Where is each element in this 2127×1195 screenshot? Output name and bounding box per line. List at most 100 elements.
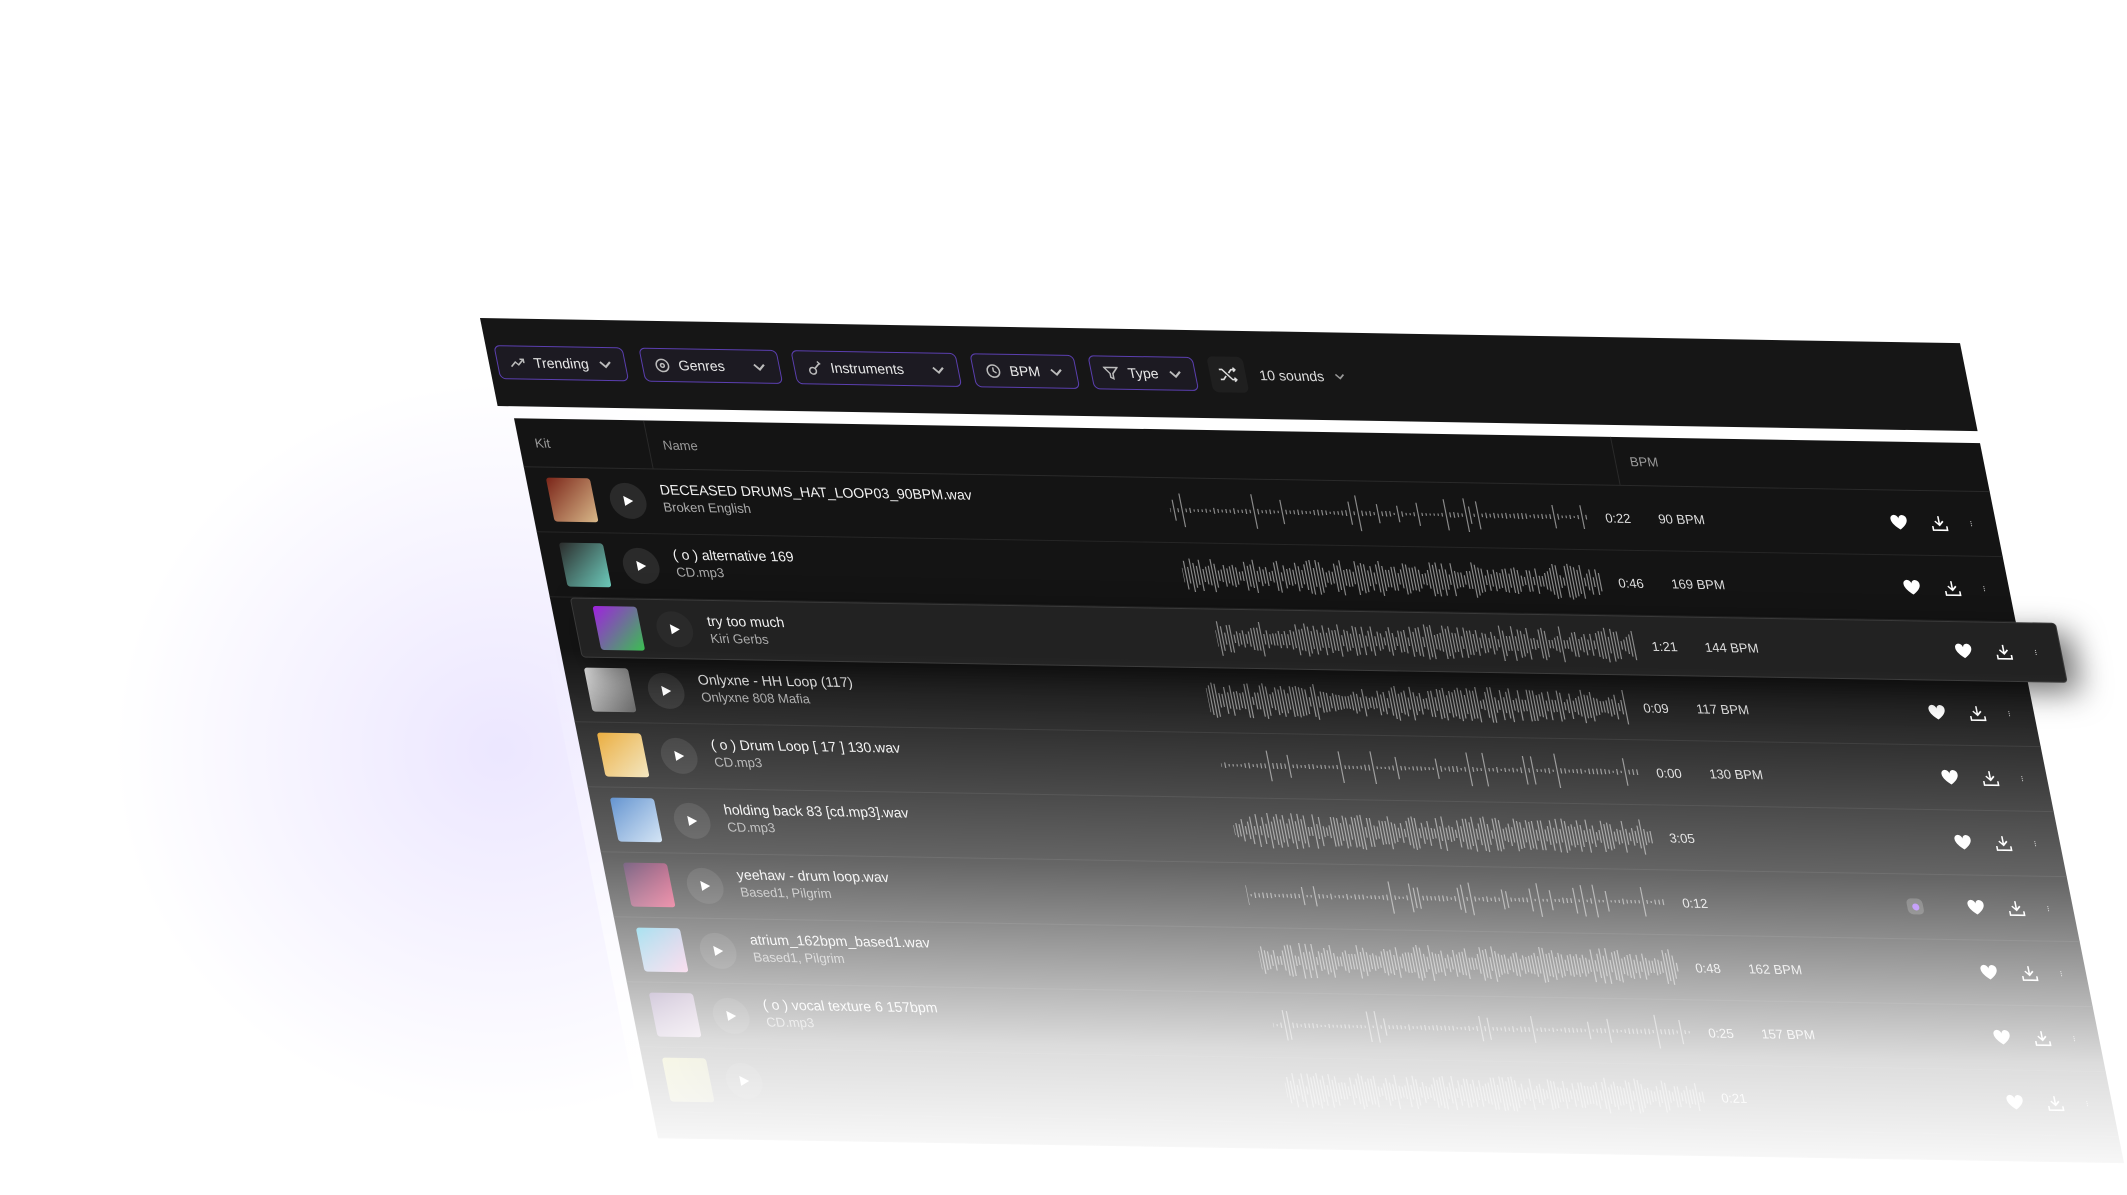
waveform[interactable] <box>1231 812 1658 855</box>
waveform-bar <box>1182 568 1185 583</box>
waveform-bar <box>1537 640 1539 648</box>
sound-kit[interactable]: CD.mp3 <box>765 1014 942 1032</box>
sound-title[interactable]: ( o ) vocal texture 6 157bpm <box>761 996 939 1015</box>
column-kit[interactable]: Kit <box>514 418 654 468</box>
more-options-icon[interactable] <box>2071 1030 2081 1048</box>
heart-icon[interactable] <box>1888 513 1910 531</box>
download-icon[interactable] <box>1941 579 1963 597</box>
waveform-bar <box>1252 697 1254 705</box>
waveform[interactable] <box>1167 492 1594 535</box>
waveform-bar <box>1301 887 1305 905</box>
play-button[interactable] <box>710 998 753 1035</box>
sound-title[interactable]: ( o ) Drum Loop [ 17 ] 130.wav <box>709 736 901 755</box>
more-options-icon[interactable] <box>1968 515 1978 533</box>
sound-kit[interactable]: Based1, Pilgrim <box>739 884 894 902</box>
waveform-bar <box>1520 822 1525 848</box>
play-button[interactable] <box>658 738 701 775</box>
sound-title[interactable]: Onlyxne - HH Loop (117) <box>696 671 854 690</box>
heart-icon[interactable] <box>1953 642 1975 660</box>
download-icon[interactable] <box>2031 1029 2053 1047</box>
download-icon[interactable] <box>1979 769 2001 787</box>
heart-icon[interactable] <box>1965 898 1987 916</box>
more-options-icon[interactable] <box>2058 965 2068 983</box>
heart-icon[interactable] <box>1901 578 1923 596</box>
more-options-icon[interactable] <box>2019 770 2029 788</box>
download-icon[interactable] <box>1993 643 2015 661</box>
download-icon[interactable] <box>2005 899 2027 917</box>
waveform-bar <box>1348 502 1353 525</box>
heart-icon[interactable] <box>1939 768 1961 786</box>
filter-genres[interactable]: Genres <box>638 348 783 384</box>
waveform[interactable] <box>1213 620 1640 663</box>
waveform-bar <box>1634 960 1637 973</box>
sound-title[interactable]: atrium_162bpm_based1.wav <box>748 931 931 950</box>
waveform-bar <box>1426 1086 1429 1099</box>
sound-kit[interactable]: CD.mp3 <box>726 819 913 837</box>
filter-trending[interactable]: Trending <box>493 345 629 381</box>
waveform-bar <box>1595 960 1597 971</box>
waveform-bar <box>1523 898 1524 903</box>
more-options-icon[interactable] <box>2006 705 2016 723</box>
waveform-bar <box>1400 957 1402 969</box>
heart-icon[interactable] <box>2004 1093 2026 1111</box>
play-button[interactable] <box>684 868 727 905</box>
column-bpm[interactable]: BPM <box>1610 437 1663 486</box>
sound-kit[interactable]: Kiri Gerbs <box>709 631 789 647</box>
heart-icon[interactable] <box>1978 963 2000 981</box>
column-name[interactable]: Name <box>647 437 699 453</box>
waveform-bar <box>1560 575 1563 588</box>
sound-title[interactable]: yeehaw - drum loop.wav <box>735 866 890 885</box>
play-button[interactable] <box>620 548 663 585</box>
sound-count-dropdown[interactable]: 10 sounds <box>1258 367 1348 384</box>
filter-instruments[interactable]: Instruments <box>790 350 962 387</box>
heart-icon[interactable] <box>1926 703 1948 721</box>
play-button[interactable] <box>653 611 696 648</box>
waveform-bar <box>1309 697 1311 706</box>
download-icon[interactable] <box>1992 834 2014 852</box>
heart-icon[interactable] <box>1952 833 1974 851</box>
filter-bpm[interactable]: BPM <box>969 353 1080 389</box>
waveform[interactable] <box>1180 557 1607 600</box>
download-icon[interactable] <box>1966 704 1988 722</box>
waveform-bar <box>1669 1029 1670 1035</box>
sound-title[interactable]: ( o ) alternative 169 <box>671 546 795 564</box>
waveform[interactable] <box>1283 1072 1710 1115</box>
download-icon[interactable] <box>2018 964 2040 982</box>
sound-kit[interactable]: Onlyxne 808 Mafia <box>700 689 858 707</box>
waveform-bar <box>1369 765 1370 771</box>
more-options-icon[interactable] <box>2084 1095 2094 1113</box>
filter-label: Instruments <box>829 360 905 377</box>
heart-icon[interactable] <box>1991 1028 2013 1046</box>
waveform-bar <box>1338 511 1339 515</box>
waveform-bar <box>1395 895 1396 900</box>
waveform-bar <box>1411 816 1418 849</box>
download-icon[interactable] <box>2044 1094 2066 1112</box>
waveform-bar <box>1405 1026 1406 1029</box>
sound-kit[interactable]: CD.mp3 <box>713 754 905 772</box>
waveform[interactable] <box>1218 747 1645 790</box>
sound-kit[interactable]: Based1, Pilgrim <box>752 949 935 967</box>
waveform-bar <box>1609 770 1610 774</box>
waveform[interactable] <box>1270 1007 1697 1050</box>
sound-title[interactable]: holding back 83 [cd.mp3].wav <box>722 801 910 820</box>
more-options-icon[interactable] <box>2032 835 2042 853</box>
sound-kit[interactable]: CD.mp3 <box>675 564 799 581</box>
download-icon[interactable] <box>1928 514 1950 532</box>
shuffle-button[interactable] <box>1206 356 1249 393</box>
more-options-icon[interactable] <box>2045 900 2055 918</box>
more-options-icon[interactable] <box>2033 643 2043 661</box>
play-button[interactable] <box>723 1063 766 1100</box>
sound-title[interactable]: try too much <box>705 613 785 630</box>
waveform[interactable] <box>1244 877 1671 920</box>
play-button[interactable] <box>671 803 714 840</box>
waveform-bar <box>1342 816 1349 849</box>
sound-kit[interactable]: Broken English <box>662 499 977 519</box>
waveform[interactable] <box>1205 682 1632 725</box>
play-button[interactable] <box>697 933 740 970</box>
filter-type[interactable]: Type <box>1088 355 1199 391</box>
waveform[interactable] <box>1257 942 1684 985</box>
waveform-bar <box>1498 514 1499 518</box>
play-button[interactable] <box>645 673 688 710</box>
play-button[interactable] <box>607 483 650 520</box>
more-options-icon[interactable] <box>1981 580 1991 598</box>
